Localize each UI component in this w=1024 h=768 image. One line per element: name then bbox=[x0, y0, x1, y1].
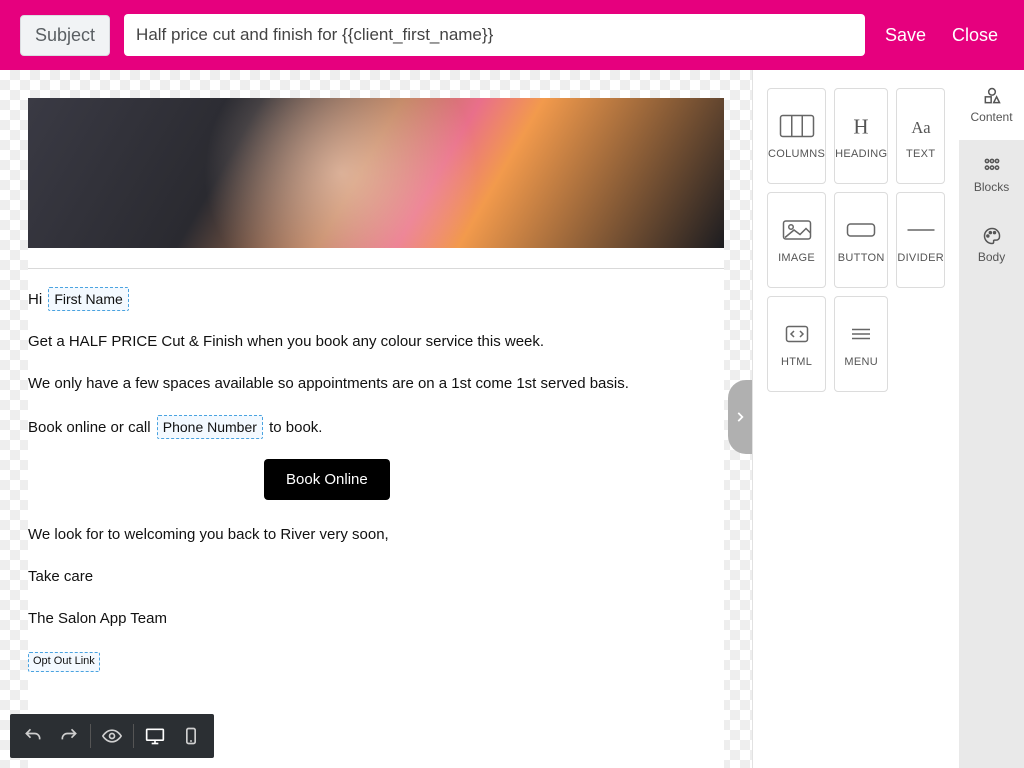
greeting-text: Hi bbox=[28, 291, 46, 308]
text-icon: Aa bbox=[903, 112, 939, 140]
toolbar-separator bbox=[133, 724, 134, 748]
line3-pre: Book online or call bbox=[28, 419, 155, 436]
body-line-1[interactable]: Get a HALF PRICE Cut & Finish when you b… bbox=[28, 331, 724, 353]
chevron-right-icon bbox=[733, 410, 747, 424]
tab-blocks[interactable]: Blocks bbox=[959, 140, 1024, 210]
eye-icon bbox=[102, 726, 122, 746]
image-icon bbox=[779, 216, 815, 244]
body-line-4[interactable]: We look for to welcoming you back to Riv… bbox=[28, 524, 724, 546]
tile-html[interactable]: HTML bbox=[767, 296, 826, 392]
editor-canvas[interactable]: Hi First Name Get a HALF PRICE Cut & Fin… bbox=[0, 70, 752, 768]
merge-tag-phone[interactable]: Phone Number bbox=[157, 415, 263, 439]
mobile-icon bbox=[181, 726, 201, 746]
tile-heading[interactable]: H HEADING bbox=[834, 88, 888, 184]
redo-icon bbox=[59, 726, 79, 746]
grid-icon bbox=[981, 156, 1003, 176]
tile-image[interactable]: IMAGE bbox=[767, 192, 826, 288]
heading-icon: H bbox=[843, 112, 879, 140]
mobile-view-button[interactable] bbox=[174, 719, 208, 753]
tile-divider[interactable]: DIVIDER bbox=[896, 192, 945, 288]
toolbar-separator bbox=[90, 724, 91, 748]
undo-button[interactable] bbox=[16, 719, 50, 753]
sidebar-tabs: Content Blocks Body bbox=[959, 70, 1024, 768]
tile-label: COLUMNS bbox=[768, 148, 825, 160]
save-button[interactable]: Save bbox=[879, 17, 932, 54]
content-tiles: COLUMNS H HEADING Aa TEXT IMAGE BUTTON bbox=[753, 70, 959, 768]
subject-input[interactable] bbox=[124, 14, 865, 56]
tile-label: HTML bbox=[781, 356, 812, 368]
body-line-6[interactable]: The Salon App Team bbox=[28, 608, 724, 630]
merge-tag-first-name[interactable]: First Name bbox=[48, 287, 128, 311]
line3-post: to book. bbox=[269, 419, 322, 436]
html-icon bbox=[779, 320, 815, 348]
tile-text[interactable]: Aa TEXT bbox=[896, 88, 945, 184]
menu-icon bbox=[843, 320, 879, 348]
svg-text:H: H bbox=[854, 115, 869, 139]
greeting-line[interactable]: Hi First Name bbox=[28, 287, 724, 311]
optout-row[interactable]: Opt Out Link bbox=[28, 649, 724, 672]
subject-label: Subject bbox=[20, 15, 110, 56]
sidebar-panel: COLUMNS H HEADING Aa TEXT IMAGE BUTTON bbox=[753, 70, 1024, 768]
book-online-button[interactable]: Book Online bbox=[264, 459, 390, 500]
columns-icon bbox=[779, 112, 815, 140]
merge-tag-optout[interactable]: Opt Out Link bbox=[28, 652, 100, 672]
tile-label: TEXT bbox=[906, 148, 935, 160]
tile-label: MENU bbox=[844, 356, 878, 368]
preview-button[interactable] bbox=[95, 719, 129, 753]
palette-icon bbox=[981, 226, 1003, 246]
button-icon bbox=[843, 216, 879, 244]
email-body: Hi First Name Get a HALF PRICE Cut & Fin… bbox=[28, 98, 724, 768]
tile-menu[interactable]: MENU bbox=[834, 296, 888, 392]
shapes-icon bbox=[981, 86, 1003, 106]
bottom-toolbar bbox=[10, 714, 214, 758]
tile-label: HEADING bbox=[835, 148, 887, 160]
undo-icon bbox=[23, 726, 43, 746]
email-content: Hi First Name Get a HALF PRICE Cut & Fin… bbox=[28, 269, 724, 672]
desktop-view-button[interactable] bbox=[138, 719, 172, 753]
desktop-icon bbox=[145, 726, 165, 746]
tile-label: BUTTON bbox=[838, 252, 885, 264]
tile-button[interactable]: BUTTON bbox=[834, 192, 888, 288]
redo-button[interactable] bbox=[52, 719, 86, 753]
svg-text:Aa: Aa bbox=[911, 118, 931, 137]
tile-label: IMAGE bbox=[778, 252, 815, 264]
hero-image[interactable] bbox=[28, 98, 724, 248]
tab-label: Blocks bbox=[974, 180, 1009, 194]
tab-body[interactable]: Body bbox=[959, 210, 1024, 280]
close-button[interactable]: Close bbox=[946, 17, 1004, 54]
body-line-2[interactable]: We only have a few spaces available so a… bbox=[28, 373, 724, 395]
main-area: Hi First Name Get a HALF PRICE Cut & Fin… bbox=[0, 70, 1024, 768]
tile-columns[interactable]: COLUMNS bbox=[767, 88, 826, 184]
right-sidebar: COLUMNS H HEADING Aa TEXT IMAGE BUTTON bbox=[752, 70, 1024, 768]
body-line-5[interactable]: Take care bbox=[28, 566, 724, 588]
sidebar-collapse-tab[interactable] bbox=[728, 380, 752, 454]
tab-content[interactable]: Content bbox=[959, 70, 1024, 140]
divider-icon bbox=[903, 216, 939, 244]
body-line-3[interactable]: Book online or call Phone Number to book… bbox=[28, 415, 724, 439]
cta-row: Book Online bbox=[28, 459, 724, 500]
top-bar: Subject Save Close bbox=[0, 0, 1024, 70]
tab-label: Body bbox=[978, 250, 1005, 264]
tab-label: Content bbox=[971, 110, 1013, 124]
tile-label: DIVIDER bbox=[897, 252, 944, 264]
